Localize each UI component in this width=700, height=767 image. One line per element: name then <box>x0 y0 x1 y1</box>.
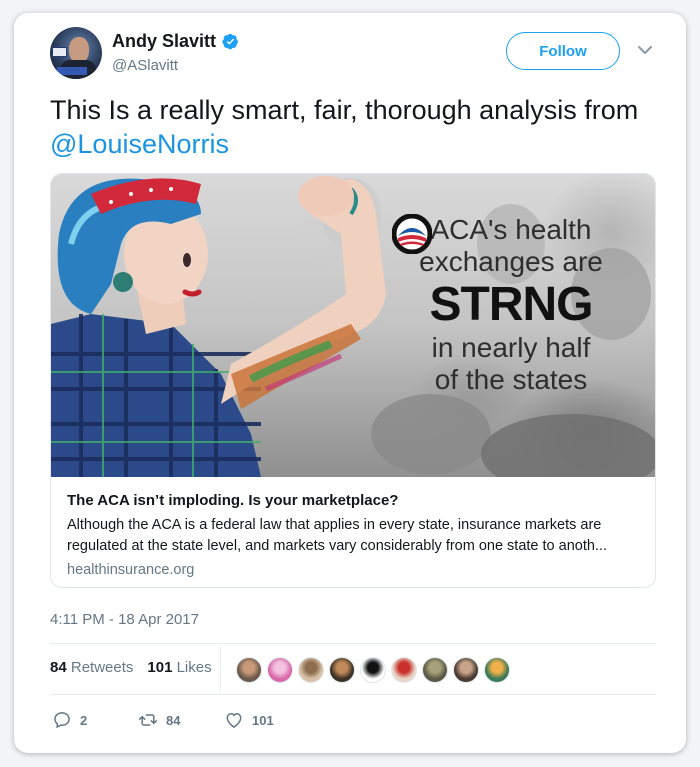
card-info[interactable]: The ACA isn’t imploding. Is your marketp… <box>51 477 655 587</box>
retweet-count: 84 <box>166 712 181 728</box>
chevron-down-icon[interactable] <box>636 43 654 57</box>
liker-avatar[interactable] <box>391 657 417 683</box>
caption-strong-post: NG <box>522 278 594 331</box>
caption-line-3: in nearly half <box>431 332 591 363</box>
card-description: Although the ACA is a federal law that a… <box>67 517 608 554</box>
retweets-label: Retweets <box>70 659 134 676</box>
liker-avatar[interactable] <box>453 657 479 683</box>
reply-button[interactable]: 2 <box>52 710 108 730</box>
liker-avatars <box>236 657 510 683</box>
follow-button[interactable]: Follow <box>506 32 620 70</box>
tweet-text: This Is a really smart, fair, thorough a… <box>50 93 660 161</box>
tweet-card: Andy Slavitt @ASlavitt Follow This Is a … <box>14 13 686 753</box>
divider-top <box>50 643 656 644</box>
tweet-timestamp[interactable]: 4:11 PM - 18 Apr 2017 <box>50 611 199 628</box>
likes-label: Likes <box>176 659 212 676</box>
verified-badge-icon <box>222 33 238 50</box>
like-button[interactable]: 101 <box>224 710 280 730</box>
likes-stat[interactable]: 101 Likes <box>147 659 211 676</box>
liker-avatar[interactable] <box>422 657 448 683</box>
mention-link[interactable]: @LouiseNorris <box>50 129 229 159</box>
likes-count: 101 <box>147 659 173 676</box>
avatar-banner <box>57 67 87 75</box>
tweet-text-body: This Is a really smart, fair, thorough a… <box>50 95 639 125</box>
heart-icon <box>226 713 242 728</box>
avatar-sign <box>52 47 67 57</box>
tweet-actions: 2 84 101 <box>52 710 280 730</box>
stats-separator <box>220 646 221 691</box>
author-name-row[interactable]: Andy Slavitt <box>112 31 239 52</box>
reply-icon <box>54 712 70 728</box>
author-name[interactable]: Andy Slavitt <box>112 31 216 52</box>
link-preview-card[interactable]: ACA's health exchanges are STR NG in nea… <box>50 173 656 588</box>
card-image-caption: ACA's health exchanges are STR NG in nea… <box>391 214 631 396</box>
liker-avatar[interactable] <box>267 657 293 683</box>
caption-strong: STR NG <box>391 214 631 332</box>
liker-avatar[interactable] <box>329 657 355 683</box>
retweets-count: 84 <box>50 659 67 676</box>
card-image: ACA's health exchanges are STR NG in nea… <box>51 174 655 477</box>
card-title[interactable]: The ACA isn’t imploding. Is your marketp… <box>67 491 641 511</box>
engagement-stats: 84 Retweets 101 Likes <box>50 659 212 676</box>
retweets-stat[interactable]: 84 Retweets <box>50 659 133 676</box>
liker-avatar[interactable] <box>236 657 262 683</box>
retweet-icon <box>138 714 158 726</box>
retweet-button[interactable]: 84 <box>138 710 194 730</box>
card-domain[interactable]: healthinsurance.org <box>67 562 641 578</box>
liker-avatar[interactable] <box>298 657 324 683</box>
author-avatar[interactable] <box>50 27 102 79</box>
like-count: 101 <box>252 712 274 728</box>
divider-bottom <box>50 694 656 695</box>
obama-logo-icon <box>392 214 432 254</box>
liker-avatar[interactable] <box>360 657 386 683</box>
liker-avatar[interactable] <box>484 657 510 683</box>
caption-strong-pre: STR <box>429 278 524 331</box>
reply-count: 2 <box>80 712 88 728</box>
caption-line-4: of the states <box>434 364 588 395</box>
author-handle[interactable]: @ASlavitt <box>112 57 178 74</box>
